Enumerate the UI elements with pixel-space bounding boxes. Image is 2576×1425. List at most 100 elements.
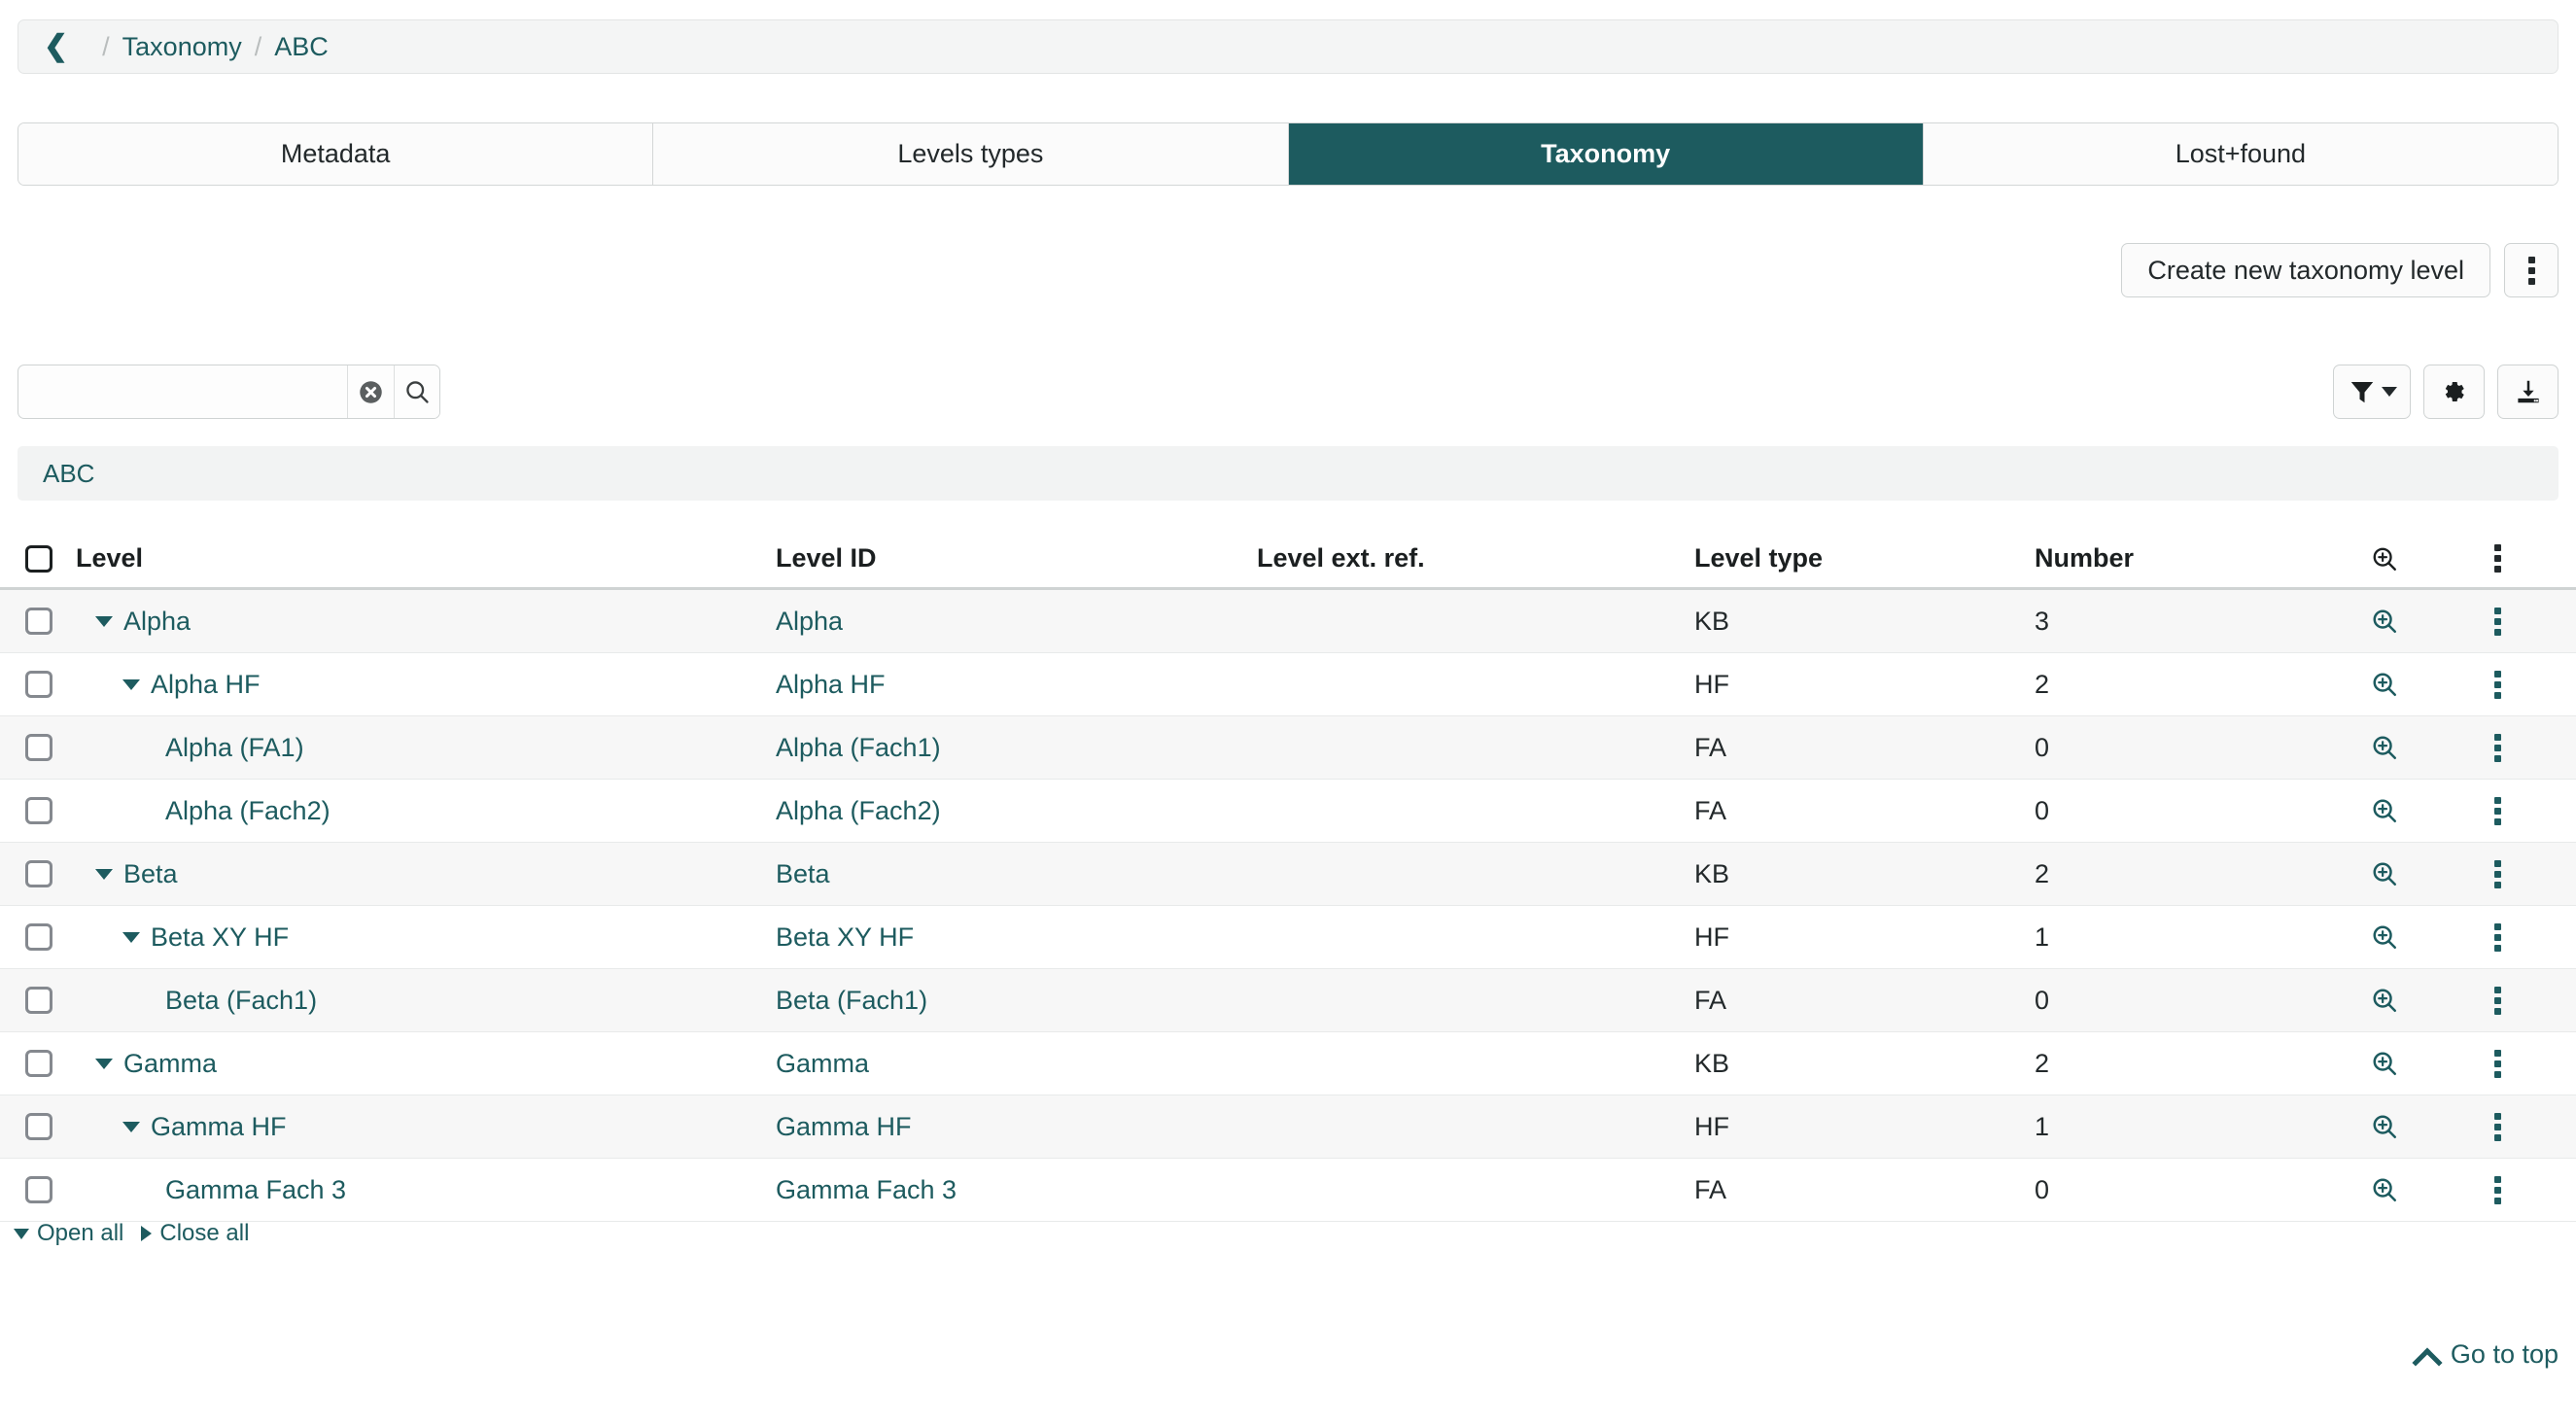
row-actions-button[interactable] [2494,1049,2576,1078]
level-id-link[interactable]: Gamma HF [776,1112,912,1142]
level-link[interactable]: Alpha HF [151,670,261,700]
row-actions-button[interactable] [2494,796,2576,825]
row-zoom-button[interactable] [2370,1112,2494,1141]
cell-level-type: FA [1694,985,1727,1015]
row-actions-button[interactable] [2494,670,2576,699]
tree-toggle-caret-icon[interactable] [122,931,140,943]
row-zoom-button[interactable] [2370,607,2494,636]
row-zoom-button[interactable] [2370,859,2494,888]
page-actions-menu-button[interactable] [2504,243,2559,297]
level-link[interactable]: Beta XY HF [151,922,289,953]
level-link[interactable]: Alpha (FA1) [165,733,304,763]
level-id-link[interactable]: Gamma Fach 3 [776,1175,957,1205]
table-row[interactable]: Alpha (FA1) Alpha (Fach1) FA 0 [0,716,2576,780]
breadcrumb-item-abc[interactable]: ABC [274,32,329,62]
level-id-link[interactable]: Alpha [776,607,843,637]
settings-button[interactable] [2423,365,2485,419]
table-row[interactable]: Gamma Fach 3 Gamma Fach 3 FA 0 [0,1159,2576,1222]
clear-search-button[interactable] [347,365,394,418]
row-zoom-button[interactable] [2370,986,2494,1015]
row-actions-button[interactable] [2494,986,2576,1015]
table-row[interactable]: Gamma HF Gamma HF HF 1 [0,1095,2576,1159]
row-zoom-button[interactable] [2370,733,2494,762]
row-actions-button[interactable] [2494,922,2576,952]
level-id-link[interactable]: Alpha (Fach1) [776,733,941,763]
row-zoom-button[interactable] [2370,670,2494,699]
download-icon [2517,380,2539,403]
column-header-level-ext-ref[interactable]: Level ext. ref. [1257,543,1694,573]
level-id-link[interactable]: Beta [776,859,830,889]
open-all-button[interactable]: Open all [14,1220,123,1247]
table-row[interactable]: Beta (Fach1) Beta (Fach1) FA 0 [0,969,2576,1032]
breadcrumb-item-taxonomy[interactable]: Taxonomy [122,32,242,62]
search-input[interactable] [18,365,347,418]
row-checkbox[interactable] [25,797,52,824]
level-link[interactable]: Alpha (Fach2) [165,796,331,826]
level-id-link[interactable]: Alpha (Fach2) [776,796,941,826]
row-actions-button[interactable] [2494,859,2576,888]
row-zoom-button[interactable] [2370,796,2494,825]
row-checkbox[interactable] [25,1113,52,1140]
close-all-button[interactable]: Close all [141,1220,249,1247]
row-checkbox[interactable] [25,987,52,1014]
row-checkbox[interactable] [25,860,52,887]
table-row[interactable]: Alpha Alpha KB 3 [0,590,2576,653]
level-id-link[interactable]: Beta XY HF [776,922,914,953]
row-zoom-button[interactable] [2370,1049,2494,1078]
zoom-in-icon [2373,673,2396,696]
table-row[interactable]: Gamma Gamma KB 2 [0,1032,2576,1095]
level-link[interactable]: Gamma [123,1049,217,1079]
row-actions-button[interactable] [2494,607,2576,636]
column-header-level[interactable]: Level [76,543,776,573]
level-id-link[interactable]: Alpha HF [776,670,886,700]
table-row[interactable]: Alpha HF Alpha HF HF 2 [0,653,2576,716]
export-button[interactable] [2497,365,2559,419]
tree-toggle-caret-icon[interactable] [122,678,140,690]
row-checkbox[interactable] [25,1176,52,1203]
submit-search-button[interactable] [393,365,439,418]
cell-level: Beta [76,859,776,889]
column-header-level-type[interactable]: Level type [1694,543,2035,573]
level-link[interactable]: Beta (Fach1) [165,986,317,1016]
column-header-actions[interactable] [2494,544,2576,573]
row-checkbox[interactable] [25,608,52,635]
level-link[interactable]: Alpha [123,607,191,637]
create-new-taxonomy-level-button[interactable]: Create new taxonomy level [2121,243,2490,297]
level-link[interactable]: Beta [123,859,178,889]
tab-lost-found[interactable]: Lost+found [1923,123,2558,185]
go-to-top-button[interactable]: Go to top [2414,1339,2559,1370]
row-actions-button[interactable] [2494,1175,2576,1204]
table-row[interactable]: Beta XY HF Beta XY HF HF 1 [0,906,2576,969]
row-checkbox[interactable] [25,923,52,951]
table-row[interactable]: Beta Beta KB 2 [0,843,2576,906]
level-id-link[interactable]: Gamma [776,1049,869,1079]
row-zoom-button[interactable] [2370,1175,2494,1204]
select-all-checkbox[interactable] [25,544,52,573]
tab-taxonomy[interactable]: Taxonomy [1288,123,1924,185]
filter-button[interactable] [2333,365,2411,419]
tree-toggle-caret-icon[interactable] [95,615,113,627]
scope-label[interactable]: ABC [43,459,94,489]
tab-metadata[interactable]: Metadata [18,123,654,185]
table-row[interactable]: Alpha (Fach2) Alpha (Fach2) FA 0 [0,780,2576,843]
row-zoom-button[interactable] [2370,922,2494,952]
tree-toggle-caret-icon[interactable] [95,868,113,880]
column-header-zoom[interactable] [2370,544,2494,573]
level-link[interactable]: Gamma Fach 3 [165,1175,346,1205]
row-checkbox[interactable] [25,671,52,698]
tree-toggle-caret-icon[interactable] [122,1121,140,1132]
row-checkbox[interactable] [25,734,52,761]
column-header-number[interactable]: Number [2035,543,2370,573]
row-select-cell [0,860,76,887]
cell-number: 0 [2035,795,2050,825]
back-chevron-icon[interactable]: ❮ [44,32,68,61]
level-id-link[interactable]: Beta (Fach1) [776,986,927,1016]
tab-levels-types[interactable]: Levels types [653,123,1289,185]
column-header-level-id[interactable]: Level ID [776,543,1257,573]
level-link[interactable]: Gamma HF [151,1112,287,1142]
row-checkbox[interactable] [25,1050,52,1077]
cell-level-id: Gamma HF [776,1112,1257,1142]
row-actions-button[interactable] [2494,733,2576,762]
tree-toggle-caret-icon[interactable] [95,1058,113,1069]
row-actions-button[interactable] [2494,1112,2576,1141]
